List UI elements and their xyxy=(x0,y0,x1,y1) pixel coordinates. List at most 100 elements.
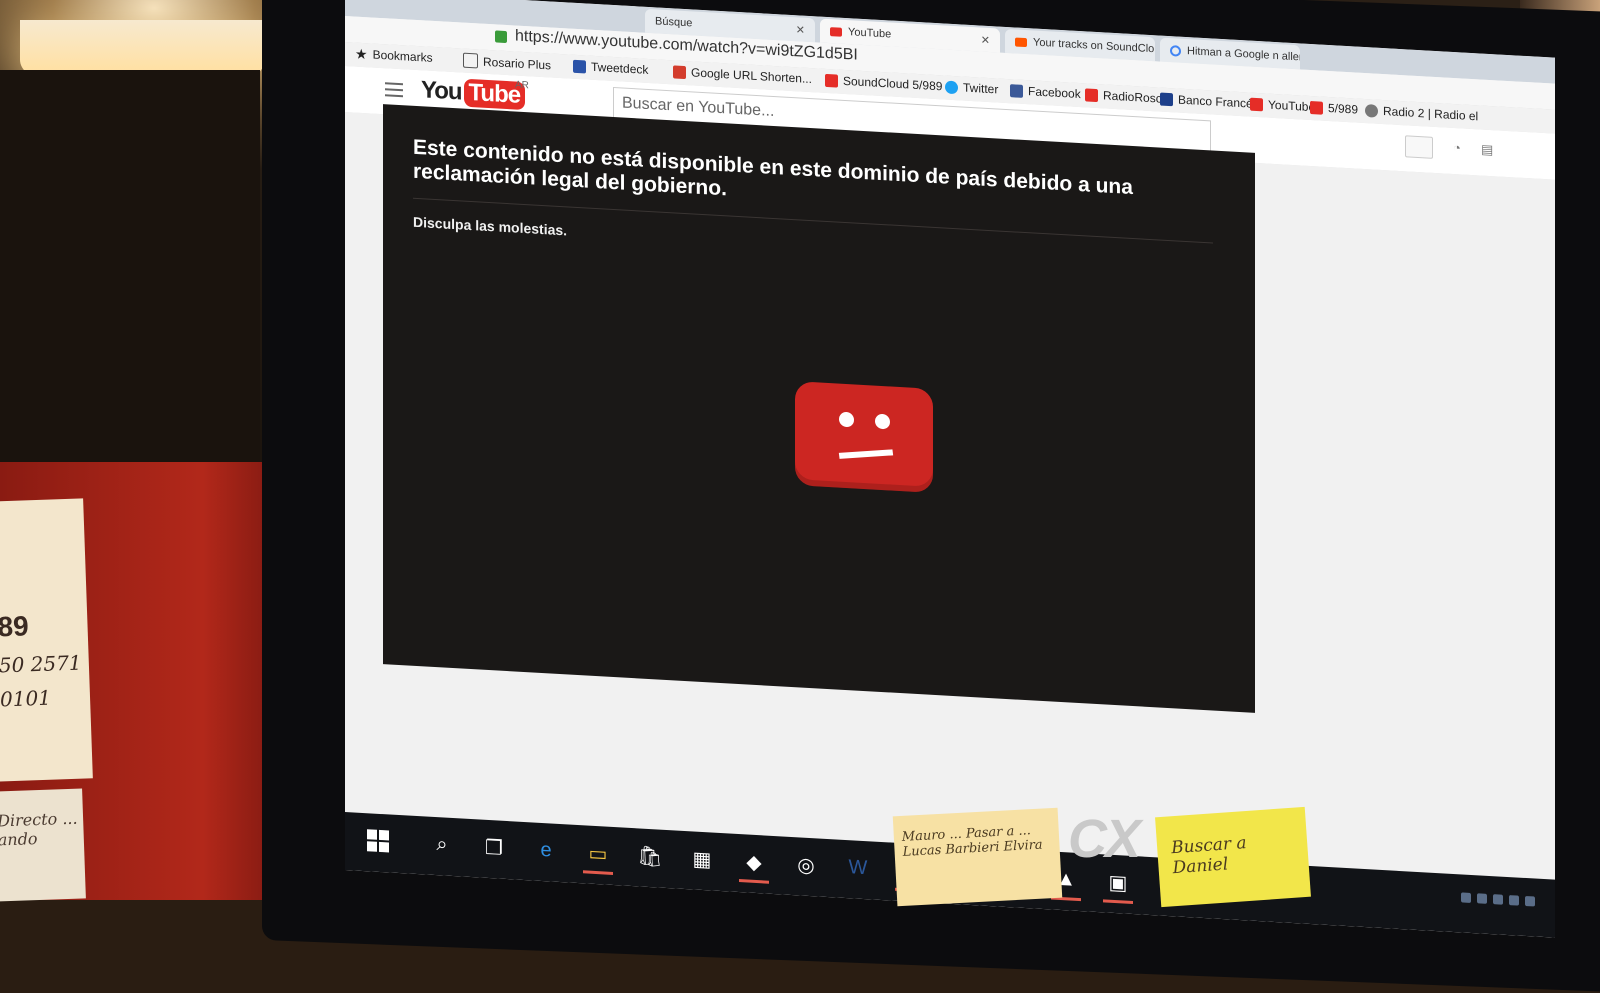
youtube-logo[interactable]: You Tube xyxy=(421,76,526,111)
bookmark-label: Facebook xyxy=(1028,84,1081,102)
bookmark-bookmarks[interactable]: ★ Bookmarks xyxy=(355,45,433,65)
video-player[interactable]: Este contenido no está disponible en est… xyxy=(383,104,1255,713)
active-indicator xyxy=(583,870,613,875)
youtube-page: Este contenido no está disponible en est… xyxy=(345,104,1555,880)
close-tab-icon[interactable]: ✕ xyxy=(796,23,805,37)
mouth xyxy=(838,449,894,459)
note-number: 89 xyxy=(0,610,30,643)
calculator-icon-glyph: ▦ xyxy=(692,847,712,871)
monitor-brand-logo: CX xyxy=(1068,809,1141,869)
note-line-2: 0101 xyxy=(0,685,52,712)
apology-text: Disculpa las molestias. xyxy=(413,213,568,239)
tab-label: Búsque xyxy=(655,15,693,30)
bank-icon xyxy=(1160,92,1173,106)
tab-label: Hitman a Google n alleros xyxy=(1187,45,1300,65)
close-tab-icon[interactable]: ✕ xyxy=(981,33,990,47)
region-code: AR xyxy=(515,79,529,92)
bookmark-label: Twitter xyxy=(963,80,999,97)
tray-icon[interactable] xyxy=(1525,895,1535,907)
globe-icon xyxy=(1365,103,1378,118)
task-view-icon[interactable]: ❐ xyxy=(477,829,511,865)
bookmark-label: Rosario Plus xyxy=(483,54,552,73)
dark-shelf xyxy=(0,70,260,470)
bookmark-label: Google URL Shorten... xyxy=(691,65,812,87)
app-icon[interactable]: ◆ xyxy=(737,844,771,884)
tab-label: YouTube xyxy=(848,26,892,41)
bookmark-label: SoundCloud 5/989 xyxy=(843,73,943,94)
tray-icon[interactable] xyxy=(1461,892,1471,903)
bookmark-label: Bookmarks xyxy=(372,47,433,65)
monitor-screen: Búsque ✕ YouTube ✕ Your tracks on SoundClo… xyxy=(345,0,1555,938)
tweetdeck-icon xyxy=(573,59,586,73)
note-line-1: 50 2571 xyxy=(0,650,82,678)
left-sticky-note-2: Directo ... ando xyxy=(0,788,86,902)
unavailable-message: Este contenido no está disponible en est… xyxy=(413,135,1133,201)
edge-icon-glyph: e xyxy=(540,838,552,862)
search-icon[interactable]: ⌕ xyxy=(425,826,459,862)
edge-icon[interactable]: e xyxy=(529,832,563,868)
notifications-icon[interactable]: ◔ xyxy=(1453,140,1467,157)
browser-icon-glyph: ◎ xyxy=(797,853,815,877)
word-icon-glyph: W xyxy=(848,855,868,879)
bookmark-label: YouTube xyxy=(1268,97,1316,115)
right-eye xyxy=(875,413,890,430)
bookmark-label: Tweetdeck xyxy=(591,59,649,77)
left-sticky-note: 89 50 2571 0101 xyxy=(0,498,93,782)
twitter-icon xyxy=(945,80,958,94)
photos-icon-glyph: ▣ xyxy=(1108,871,1128,895)
bookmark-tweetdeck[interactable]: Tweetdeck xyxy=(573,59,648,77)
upload-button[interactable] xyxy=(1405,135,1433,159)
bookmark-5-989[interactable]: 5/989 xyxy=(1310,100,1358,117)
active-indicator xyxy=(1103,899,1133,905)
sad-youtube-icon xyxy=(795,381,933,493)
bookmark-label: Banco Francés xyxy=(1178,92,1259,112)
logo-you-text: You xyxy=(421,76,462,106)
tray-icon[interactable] xyxy=(1493,894,1503,905)
tab-label: Your tracks on SoundClo xyxy=(1033,36,1155,56)
menu-icon[interactable] xyxy=(385,82,403,98)
bookmark-label: RadioRosca xyxy=(1103,88,1169,107)
bookmark-label: Radio 2 | Radio el xyxy=(1383,104,1479,124)
bookmark-label: 5/989 xyxy=(1328,100,1359,117)
file-explorer-icon-glyph: ▭ xyxy=(588,842,608,866)
google-icon xyxy=(1170,44,1181,57)
radio-icon xyxy=(1085,87,1098,102)
bookmark-radiorosca[interactable]: RadioRosca xyxy=(1085,87,1168,106)
bookmark-soundcloud[interactable]: SoundCloud 5/989 xyxy=(825,73,943,94)
secure-lock-icon xyxy=(495,30,507,44)
task-view-icon-glyph: ❐ xyxy=(485,836,503,860)
bookmark-banco-frances[interactable]: Banco Francés xyxy=(1160,92,1259,112)
bookmark-youtube[interactable]: YouTube xyxy=(1250,97,1316,115)
facebook-icon xyxy=(1010,83,1023,98)
youtube-icon xyxy=(1250,97,1263,111)
sticky-note-bottom-right: Buscar a Daniel xyxy=(1155,806,1311,908)
store-icon[interactable]: 🛍 xyxy=(633,838,667,874)
tray-icon[interactable] xyxy=(1509,895,1519,906)
bookmark-google-url-shortener[interactable]: Google URL Shorten... xyxy=(673,64,812,86)
speech-bubble-icon xyxy=(463,52,478,69)
star-icon: ★ xyxy=(355,45,368,62)
bookmark-icon xyxy=(1310,100,1323,115)
app-icon-glyph: ◆ xyxy=(746,850,762,874)
bookmark-twitter[interactable]: Twitter xyxy=(945,80,998,97)
google-url-icon xyxy=(673,64,686,79)
system-tray xyxy=(1461,892,1535,907)
soundcloud-icon xyxy=(825,73,838,88)
youtube-icon xyxy=(830,26,842,37)
soundcloud-icon xyxy=(1015,36,1027,47)
sticky-note-bottom-left: Mauro ... Pasar a ... Lucas Barbieri Elv… xyxy=(892,807,1063,907)
search-icon-glyph: ⌕ xyxy=(436,832,448,856)
browser-icon[interactable]: ◎ xyxy=(789,847,823,883)
tray-icon[interactable] xyxy=(1477,893,1487,904)
bookmark-radio-2[interactable]: Radio 2 | Radio el xyxy=(1365,103,1478,123)
bookmark-facebook[interactable]: Facebook xyxy=(1010,83,1081,101)
active-indicator xyxy=(739,879,769,884)
store-icon-glyph: 🛍 xyxy=(637,844,663,869)
account-icon[interactable]: ▤ xyxy=(1481,142,1495,159)
bookmark-rosario-plus[interactable]: Rosario Plus xyxy=(463,52,552,73)
file-explorer-icon[interactable]: ▭ xyxy=(581,835,615,875)
word-icon[interactable]: W xyxy=(841,850,875,886)
windows-start-icon[interactable] xyxy=(367,829,389,853)
calculator-icon[interactable]: ▦ xyxy=(685,841,719,877)
left-eye xyxy=(839,411,854,428)
